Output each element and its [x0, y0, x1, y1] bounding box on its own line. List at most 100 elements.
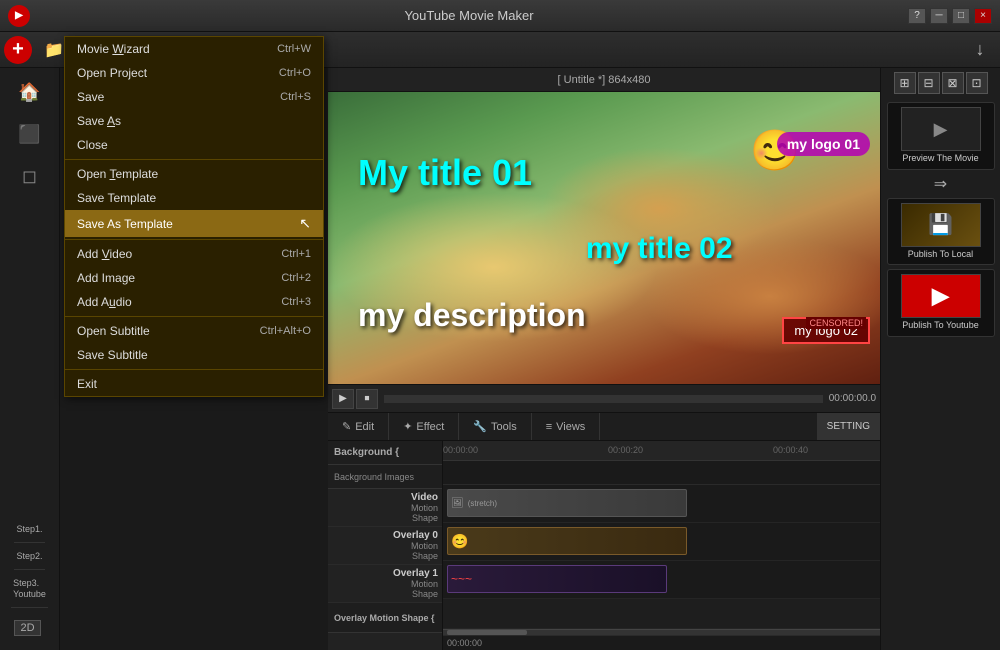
overlay0-emoji: 😊: [451, 533, 468, 550]
publish-local-btn[interactable]: 💾 Publish To Local: [887, 198, 995, 266]
grid-icon-4[interactable]: ⊡: [966, 72, 988, 94]
badge-2d[interactable]: 2D: [14, 620, 40, 636]
tab-tools[interactable]: 🔧 Tools: [459, 413, 531, 440]
maximize-btn[interactable]: □: [952, 8, 970, 24]
grid-icon-1[interactable]: ⊞: [894, 72, 916, 94]
edit-icon: ✎: [342, 420, 351, 433]
menu-save-template[interactable]: Save Template: [65, 186, 323, 210]
publish-youtube-label: Publish To Youtube: [902, 320, 978, 332]
tab-effect[interactable]: ✦ Effect: [389, 413, 459, 440]
menu-add-video-shortcut: Ctrl+1: [281, 248, 311, 260]
timeline-content: 00:00:00 00:00:20 00:00:40 00:01:00 🖼 (s…: [443, 441, 880, 650]
sidebar-record-icon[interactable]: ⬛: [8, 114, 52, 154]
timeline-scrollbar[interactable]: [443, 629, 880, 636]
timeline-section-overlay-motion: Overlay Motion Shape {: [328, 603, 442, 633]
setting-tab[interactable]: SETTING: [817, 413, 880, 440]
views-icon: ≡: [546, 421, 552, 433]
menu-add-audio-label: Add Audio: [77, 295, 132, 309]
menu-add-image-label: Add Image: [77, 271, 135, 285]
menu-close[interactable]: Close: [65, 133, 323, 157]
timeline-ruler: 00:00:00 00:00:20 00:00:40 00:01:00: [443, 441, 880, 461]
menu-save-subtitle[interactable]: Save Subtitle: [65, 343, 323, 367]
publish-youtube-btn[interactable]: ▶ Publish To Youtube: [887, 269, 995, 337]
menu-add-video-label: Add Video: [77, 247, 132, 261]
minimize-btn[interactable]: ─: [930, 8, 948, 24]
publish-local-label: Publish To Local: [908, 249, 973, 261]
timeline-section-background: Background {: [328, 441, 442, 465]
menu-exit[interactable]: Exit: [65, 372, 323, 396]
menu-add-image-shortcut: Ctrl+2: [281, 272, 311, 284]
app-logo: ▶: [8, 5, 30, 27]
preview-movie-label: Preview The Movie: [902, 153, 978, 165]
play-button[interactable]: ▶: [332, 389, 354, 409]
help-btn[interactable]: ?: [908, 8, 926, 24]
overlay1-block[interactable]: ~~~: [447, 565, 667, 593]
menu-movie-wizard[interactable]: Movie Wizard Ctrl+W: [65, 37, 323, 61]
preview-canvas: My title 01 😊 my logo 01 my title 02 my …: [328, 92, 880, 384]
grid-icon-3[interactable]: ⊠: [942, 72, 964, 94]
overlay1-track-sub2: Shape: [412, 589, 438, 599]
background-section-label: Background {: [334, 447, 399, 458]
menu-save-template-label: Save Template: [77, 191, 156, 205]
menu-open-project-label: Open Project: [77, 66, 147, 80]
timeline-labels: Background { Background Images Video Mot…: [328, 441, 443, 650]
overlay0-track-name: Overlay 0: [393, 530, 438, 541]
tab-edit[interactable]: ✎ Edit: [328, 413, 389, 440]
menu-separator-2: [65, 239, 323, 240]
track-row-bg-images: [443, 461, 880, 485]
overlay1-track-sub: Motion: [411, 579, 438, 589]
menu-separator-1: [65, 159, 323, 160]
preview-title1: My title 01: [358, 152, 532, 194]
menu-add-image[interactable]: Add Image Ctrl+2: [65, 266, 323, 290]
preview-title2: my title 02: [586, 232, 733, 266]
tab-views[interactable]: ≡ Views: [532, 413, 601, 440]
overlay0-block[interactable]: 😊: [447, 527, 687, 555]
menu-exit-label: Exit: [77, 377, 97, 391]
progress-bar[interactable]: [384, 395, 823, 403]
tab-edit-label: Edit: [355, 421, 374, 433]
grid-icon-2[interactable]: ⊟: [918, 72, 940, 94]
stop-button[interactable]: ⏹: [356, 389, 378, 409]
title-bar-controls: ? ─ □ ×: [908, 8, 992, 24]
menu-save-subtitle-label: Save Subtitle: [77, 348, 148, 362]
video-block[interactable]: 🖼 (stretch): [447, 489, 687, 517]
preview-movie-btn[interactable]: ▶ Preview The Movie: [887, 102, 995, 170]
menu-add-audio-shortcut: Ctrl+3: [281, 296, 311, 308]
preview-description: my description: [358, 297, 586, 334]
menu-save-as[interactable]: Save As: [65, 109, 323, 133]
sidebar-home-icon[interactable]: 🏠: [8, 72, 52, 112]
ruler-mark-20: 00:00:20: [608, 445, 643, 455]
overlay1-track-name: Overlay 1: [393, 568, 438, 579]
download-button[interactable]: ↓: [964, 36, 996, 64]
menu-movie-wizard-shortcut: Ctrl+W: [277, 43, 311, 55]
preview-header: [ Untitle *] 864x480: [328, 68, 880, 92]
video-track-label: Video Motion Shape: [328, 489, 442, 527]
menu-add-audio[interactable]: Add Audio Ctrl+3: [65, 290, 323, 314]
video-block-label: (stretch): [468, 499, 497, 508]
menu-save[interactable]: Save Ctrl+S: [65, 85, 323, 109]
menu-open-template[interactable]: Open Template: [65, 162, 323, 186]
track-row-video: 🖼 (stretch): [443, 485, 880, 523]
time-display: 00:00:00.0: [829, 393, 876, 404]
menu-open-project[interactable]: Open Project Ctrl+O: [65, 61, 323, 85]
file-menu: Movie Wizard Ctrl+W Open Project Ctrl+O …: [64, 36, 324, 397]
menu-add-video[interactable]: Add Video Ctrl+1: [65, 242, 323, 266]
menu-open-subtitle[interactable]: Open Subtitle Ctrl+Alt+O: [65, 319, 323, 343]
menu-save-shortcut: Ctrl+S: [280, 91, 311, 103]
publish-local-thumb: 💾: [901, 203, 981, 247]
tab-views-label: Views: [556, 421, 585, 433]
overlay0-track-sub2: Shape: [412, 551, 438, 561]
close-btn[interactable]: ×: [974, 8, 992, 24]
left-sidebar: 🏠 ⬛ ◻ Step1. Step2. Step3.Youtube 2D: [0, 68, 60, 650]
title-bar: ▶ YouTube Movie Maker ? ─ □ ×: [0, 0, 1000, 32]
track-row-overlay1: ~~~: [443, 561, 880, 599]
main-layout: 🏠 ⬛ ◻ Step1. Step2. Step3.Youtube 2D Mov…: [0, 68, 1000, 650]
preview-logo2: CENSORED! my logo 02: [782, 317, 870, 344]
step3-label: Step3.Youtube: [11, 572, 48, 608]
sidebar-capture-icon[interactable]: ◻: [8, 156, 52, 196]
preview-header-text: [ Untitle *] 864x480: [558, 74, 651, 86]
preview-logo1: my logo 01: [777, 132, 870, 156]
timeline-time-display: 00:00:00: [443, 638, 486, 648]
menu-save-as-template[interactable]: Save As Template ↖: [65, 210, 323, 237]
add-button[interactable]: +: [4, 36, 32, 64]
